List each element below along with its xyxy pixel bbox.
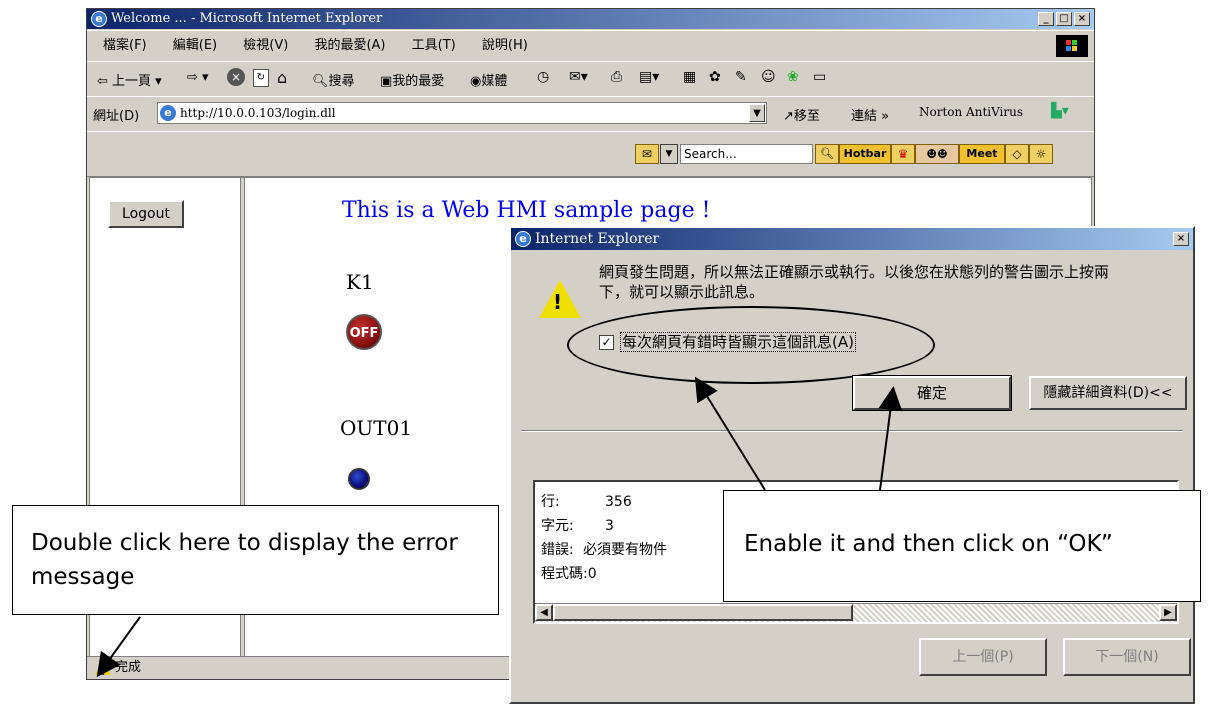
arrow-to-checkbox (694, 376, 766, 491)
arrow-to-warning-icon (96, 616, 141, 678)
arrow-to-ok-button (878, 386, 903, 491)
annotation-arrows (96, 376, 903, 678)
